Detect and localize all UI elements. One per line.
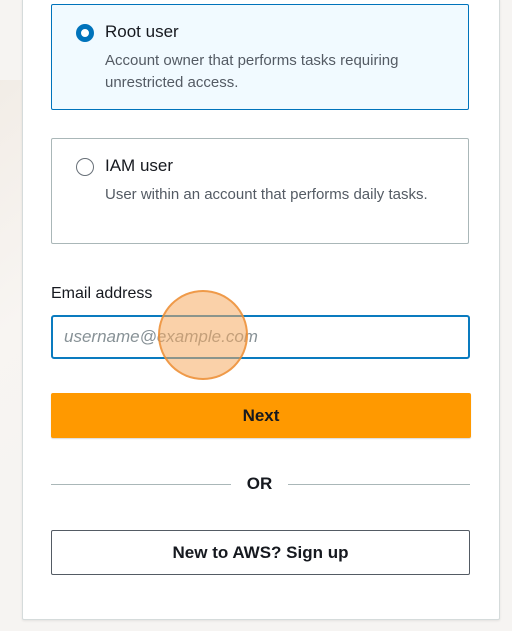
divider-line-left [51, 484, 231, 485]
root-user-radio[interactable] [76, 24, 94, 42]
next-button[interactable]: Next [51, 393, 471, 438]
divider-line-right [288, 484, 470, 485]
root-user-option[interactable]: Root user Account owner that performs ta… [51, 4, 469, 110]
or-divider-text: OR [246, 474, 273, 493]
root-user-description: Account owner that performs tasks requir… [105, 52, 399, 91]
root-user-title: Root user [105, 22, 179, 41]
iam-user-option[interactable]: IAM user User within an account that per… [51, 138, 469, 244]
email-input[interactable] [51, 315, 470, 359]
iam-user-title: IAM user [105, 156, 174, 175]
signup-button[interactable]: New to AWS? Sign up [51, 530, 470, 575]
iam-user-description: User within an account that performs dai… [105, 186, 428, 203]
email-label: Email address [51, 285, 153, 302]
iam-user-radio[interactable] [76, 158, 94, 176]
